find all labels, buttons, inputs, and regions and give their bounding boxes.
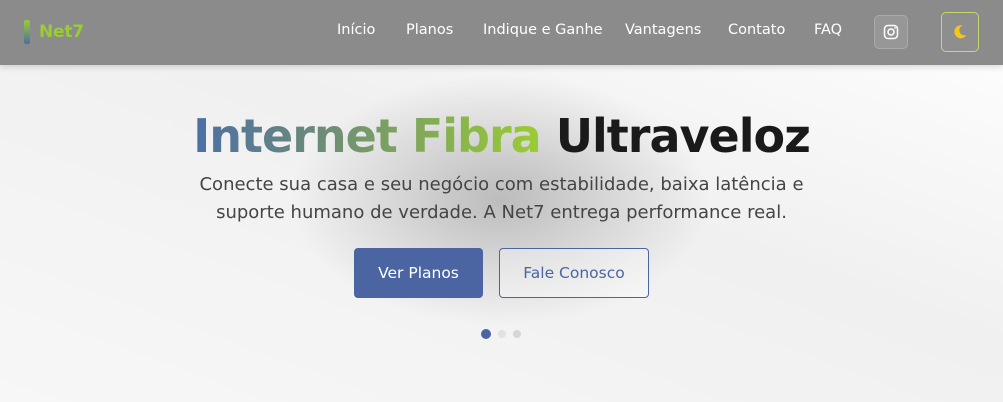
carousel-dot-2[interactable] bbox=[498, 330, 506, 338]
hero-title-highlight: Internet Fibra bbox=[193, 108, 542, 163]
carousel-dot-1[interactable] bbox=[481, 329, 491, 339]
moon-icon bbox=[954, 25, 967, 39]
fale-conosco-button[interactable]: Fale Conosco bbox=[499, 248, 649, 298]
brand-mark-icon bbox=[24, 20, 30, 44]
nav-item-inicio[interactable]: Início bbox=[337, 22, 375, 38]
nav-item-faq[interactable]: FAQ bbox=[814, 22, 842, 38]
instagram-button[interactable] bbox=[874, 15, 908, 49]
hero-title-rest: Ultraveloz bbox=[555, 108, 811, 163]
instagram-icon bbox=[883, 24, 899, 40]
nav-item-vantagens[interactable]: Vantagens bbox=[625, 22, 701, 38]
brand-name: Net7 bbox=[39, 22, 84, 42]
brand-logo[interactable]: Net7 bbox=[24, 20, 84, 44]
nav-item-planos[interactable]: Planos bbox=[406, 22, 453, 38]
theme-toggle-button[interactable] bbox=[941, 12, 979, 52]
navbar: Net7 Início Planos Indique e Ganhe Vanta… bbox=[0, 0, 1003, 65]
carousel-dot-3[interactable] bbox=[513, 330, 521, 338]
ver-planos-button[interactable]: Ver Planos bbox=[354, 248, 483, 298]
hero-title: Internet Fibra Ultraveloz bbox=[0, 107, 1003, 165]
hero-subtitle: Conecte sua casa e seu negócio com estab… bbox=[199, 174, 804, 223]
nav-item-contato[interactable]: Contato bbox=[728, 22, 785, 38]
nav-item-indique-e-ganhe[interactable]: Indique e Ganhe bbox=[483, 22, 603, 38]
